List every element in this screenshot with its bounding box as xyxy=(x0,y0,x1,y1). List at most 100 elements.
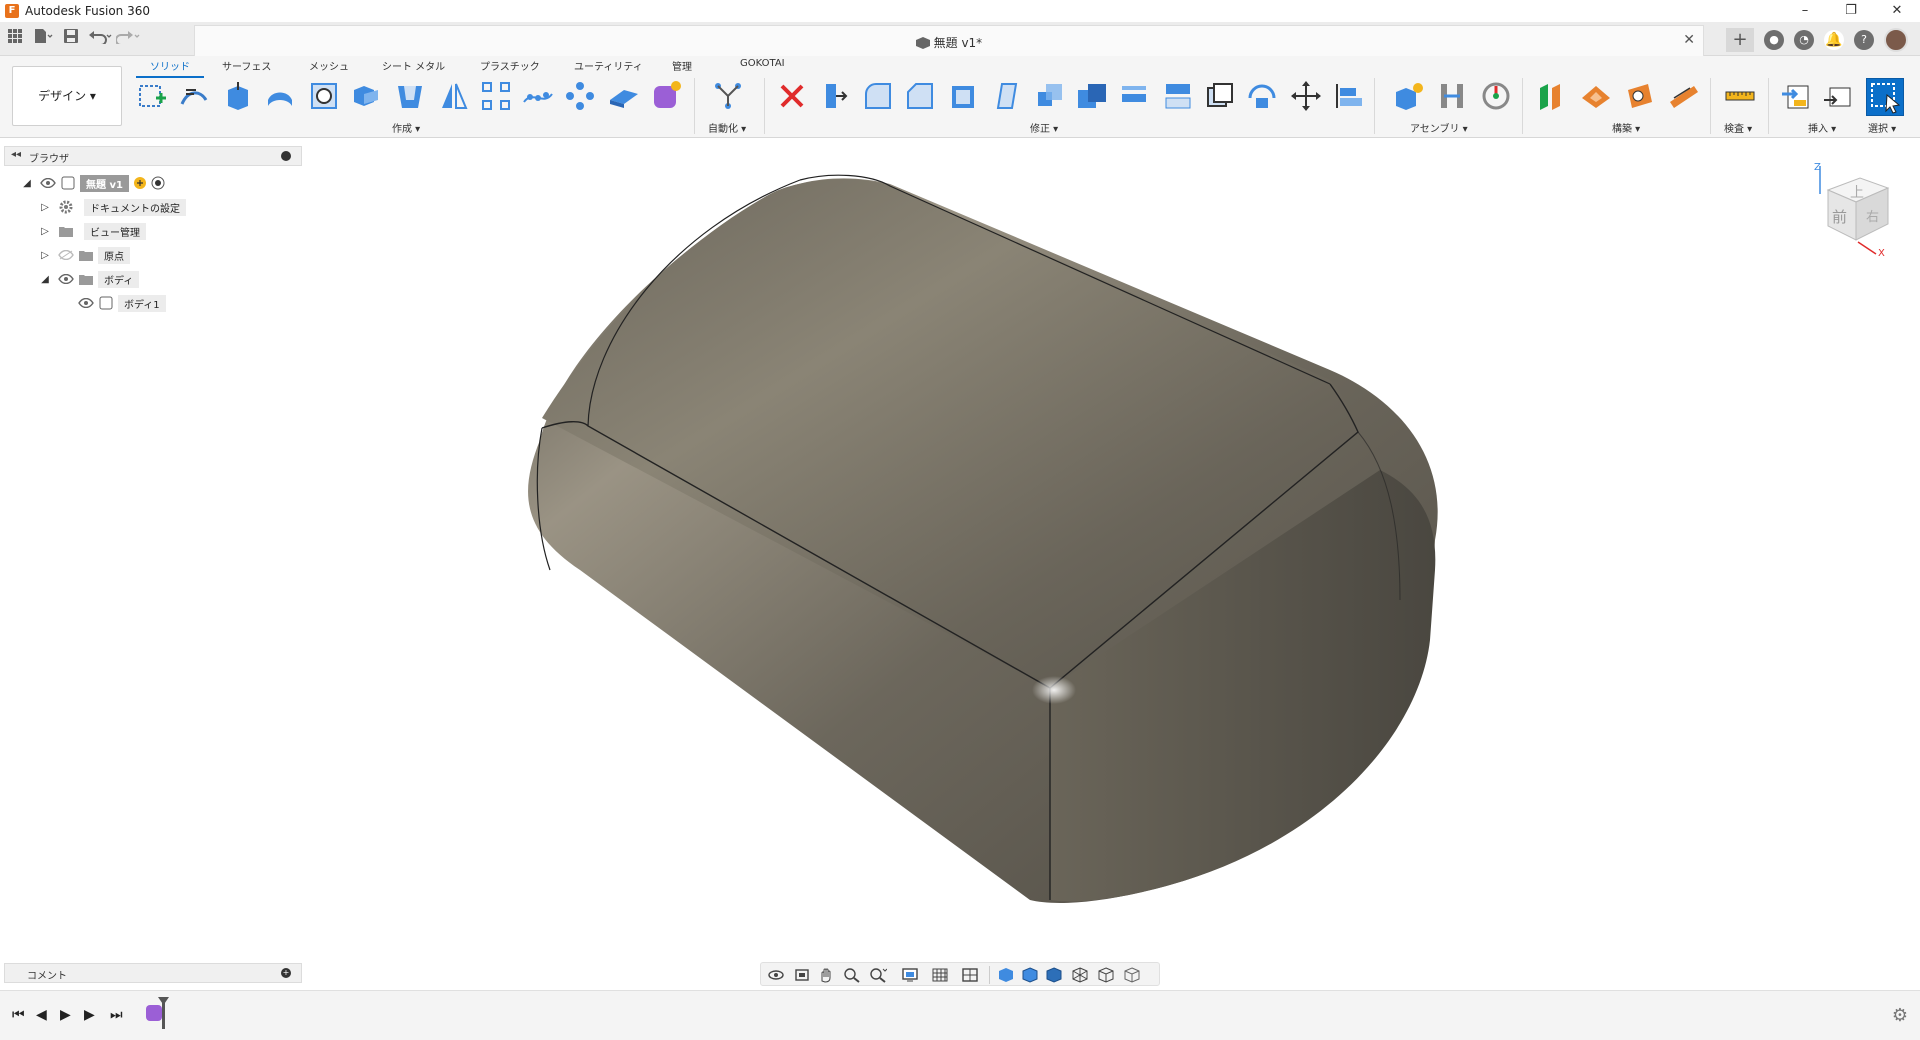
hole-icon[interactable] xyxy=(308,80,340,112)
viewcube-front-label[interactable]: 前 xyxy=(1832,206,1847,227)
go-to-end-icon[interactable]: ⏭ xyxy=(110,1007,123,1023)
offset-plane-icon[interactable] xyxy=(1536,80,1568,112)
draft-icon[interactable] xyxy=(990,80,1022,112)
shaded-cube-icon[interactable] xyxy=(997,967,1015,983)
tab-mesh[interactable]: メッシュ xyxy=(309,58,349,73)
tree-item[interactable]: ▷ ドキュメントの設定 xyxy=(38,198,186,216)
tree-item[interactable]: ▷ ビュー管理 xyxy=(38,222,146,240)
model-body[interactable] xyxy=(470,170,1450,910)
tangent-plane-icon[interactable] xyxy=(1624,80,1656,112)
revolve-icon[interactable] xyxy=(264,80,296,112)
tree-item-label[interactable]: ボディ1 xyxy=(118,294,166,312)
pan-icon[interactable] xyxy=(817,967,835,983)
shell-icon[interactable] xyxy=(394,80,426,112)
display-settings-icon[interactable] xyxy=(901,967,919,983)
tab-manage[interactable]: 管理 xyxy=(672,58,692,73)
split-body-icon[interactable] xyxy=(1204,80,1236,112)
physical-material-icon[interactable] xyxy=(1246,80,1278,112)
shaded-visible-edges-cube-icon[interactable] xyxy=(1045,967,1063,983)
expanded-triangle-icon[interactable]: ◢ xyxy=(20,178,34,189)
fillet-icon[interactable] xyxy=(862,80,894,112)
group-automate-label[interactable]: 自動化 ▾ xyxy=(708,120,746,135)
create-sketch-icon[interactable] xyxy=(136,80,168,112)
tab-sheet-metal[interactable]: シート メタル xyxy=(382,58,445,73)
press-pull-icon[interactable] xyxy=(818,80,850,112)
delete-icon[interactable] xyxy=(776,80,808,112)
joint-icon[interactable] xyxy=(1436,80,1468,112)
group-modify-label[interactable]: 修正 ▾ xyxy=(1030,120,1058,135)
expanded-triangle-icon[interactable]: ◢ xyxy=(38,274,52,285)
minimize-button[interactable]: – xyxy=(1782,0,1828,22)
shell-modify-icon[interactable] xyxy=(948,80,980,112)
group-select-label[interactable]: 選択 ▾ xyxy=(1868,120,1896,135)
collapsed-triangle-icon[interactable]: ▷ xyxy=(38,250,52,261)
shaded-edges-cube-icon[interactable] xyxy=(1021,967,1039,983)
wireframe-cube-icon[interactable] xyxy=(1071,967,1089,983)
viewcube[interactable]: 上 前 右 Z X xyxy=(1808,160,1908,260)
new-component-icon[interactable] xyxy=(1392,80,1424,112)
orbit-icon[interactable] xyxy=(767,967,785,983)
zoom-icon[interactable] xyxy=(843,967,861,983)
undo-icon[interactable] xyxy=(88,28,112,50)
move-copy-icon[interactable] xyxy=(1290,80,1322,112)
tree-item-label[interactable]: ビュー管理 xyxy=(84,222,146,240)
play-icon[interactable]: ▶ xyxy=(60,1007,71,1023)
thicken-icon[interactable] xyxy=(608,80,640,112)
tree-root-label[interactable]: 無題 v1 xyxy=(80,174,129,192)
select-tool-button[interactable] xyxy=(1866,78,1904,116)
replace-face-icon[interactable] xyxy=(1162,80,1194,112)
eye-icon[interactable] xyxy=(40,178,56,188)
eye-icon[interactable] xyxy=(58,274,74,284)
scale-icon[interactable] xyxy=(1034,80,1066,112)
settings-gear-icon[interactable]: ⚙ xyxy=(1892,1005,1908,1026)
grid-settings-icon[interactable] xyxy=(931,967,949,983)
redo-icon[interactable] xyxy=(115,28,140,50)
fit-icon[interactable] xyxy=(869,967,887,983)
notifications-icon[interactable]: 🔔 xyxy=(1824,30,1844,50)
tree-item[interactable]: ▷ 原点 xyxy=(38,246,130,264)
workspace-switcher-button[interactable]: デザイン ▾ xyxy=(12,66,122,126)
measure-icon[interactable] xyxy=(1724,80,1756,112)
help-icon[interactable]: ? xyxy=(1854,30,1874,50)
group-assemble-label[interactable]: アセンブリ ▾ xyxy=(1410,120,1468,135)
tree-item-label[interactable]: 原点 xyxy=(98,246,130,264)
rectangular-pattern-icon[interactable] xyxy=(480,80,512,112)
form-icon[interactable] xyxy=(178,80,210,112)
pattern-on-path-icon[interactable] xyxy=(522,80,554,112)
align-icon[interactable] xyxy=(1332,80,1364,112)
close-button[interactable]: ✕ xyxy=(1874,0,1920,22)
comments-panel-header[interactable]: コメント + xyxy=(4,963,302,983)
extensions-icon[interactable]: ● xyxy=(1764,30,1784,50)
tree-item[interactable]: ◢ ボディ xyxy=(38,270,140,288)
restore-button[interactable]: ❐ xyxy=(1828,0,1874,22)
insert-mesh-icon[interactable] xyxy=(1822,80,1854,112)
circular-pattern-icon[interactable] xyxy=(564,80,596,112)
offset-face-icon[interactable] xyxy=(1118,80,1150,112)
automate-icon[interactable] xyxy=(712,80,744,112)
tree-root[interactable]: ◢ 無題 v1 xyxy=(20,174,165,192)
midplane-icon[interactable] xyxy=(1668,80,1700,112)
plane-at-angle-icon[interactable] xyxy=(1580,80,1612,112)
viewcube-right-label[interactable]: 右 xyxy=(1866,206,1879,225)
minimize-panel-icon[interactable] xyxy=(281,151,291,161)
group-create-label[interactable]: 作成 ▾ xyxy=(392,120,420,135)
collapsed-triangle-icon[interactable]: ▷ xyxy=(38,202,52,213)
extrude-icon[interactable] xyxy=(222,80,254,112)
tree-item[interactable]: ボディ1 xyxy=(72,294,166,312)
eye-hidden-icon[interactable] xyxy=(58,250,74,260)
close-tab-icon[interactable]: ✕ xyxy=(1683,32,1695,48)
group-insert-label[interactable]: 挿入 ▾ xyxy=(1808,120,1836,135)
document-tab[interactable]: 無題 v1* ✕ xyxy=(194,25,1704,56)
box-icon[interactable] xyxy=(350,80,382,112)
chamfer-icon[interactable] xyxy=(904,80,936,112)
jobs-icon[interactable]: ◔ xyxy=(1794,30,1814,50)
group-inspect-label[interactable]: 検査 ▾ xyxy=(1724,120,1752,135)
avatar[interactable] xyxy=(1884,28,1908,52)
go-to-start-icon[interactable]: ⏮ xyxy=(12,1007,25,1023)
grid-icon[interactable] xyxy=(4,28,26,50)
create-form-icon[interactable] xyxy=(650,80,682,112)
timeline-marker-head-icon[interactable] xyxy=(158,997,169,1005)
step-forward-icon[interactable]: ▶ xyxy=(84,1007,95,1023)
timeline-feature-icon[interactable] xyxy=(146,1005,162,1021)
file-icon[interactable] xyxy=(32,28,54,50)
